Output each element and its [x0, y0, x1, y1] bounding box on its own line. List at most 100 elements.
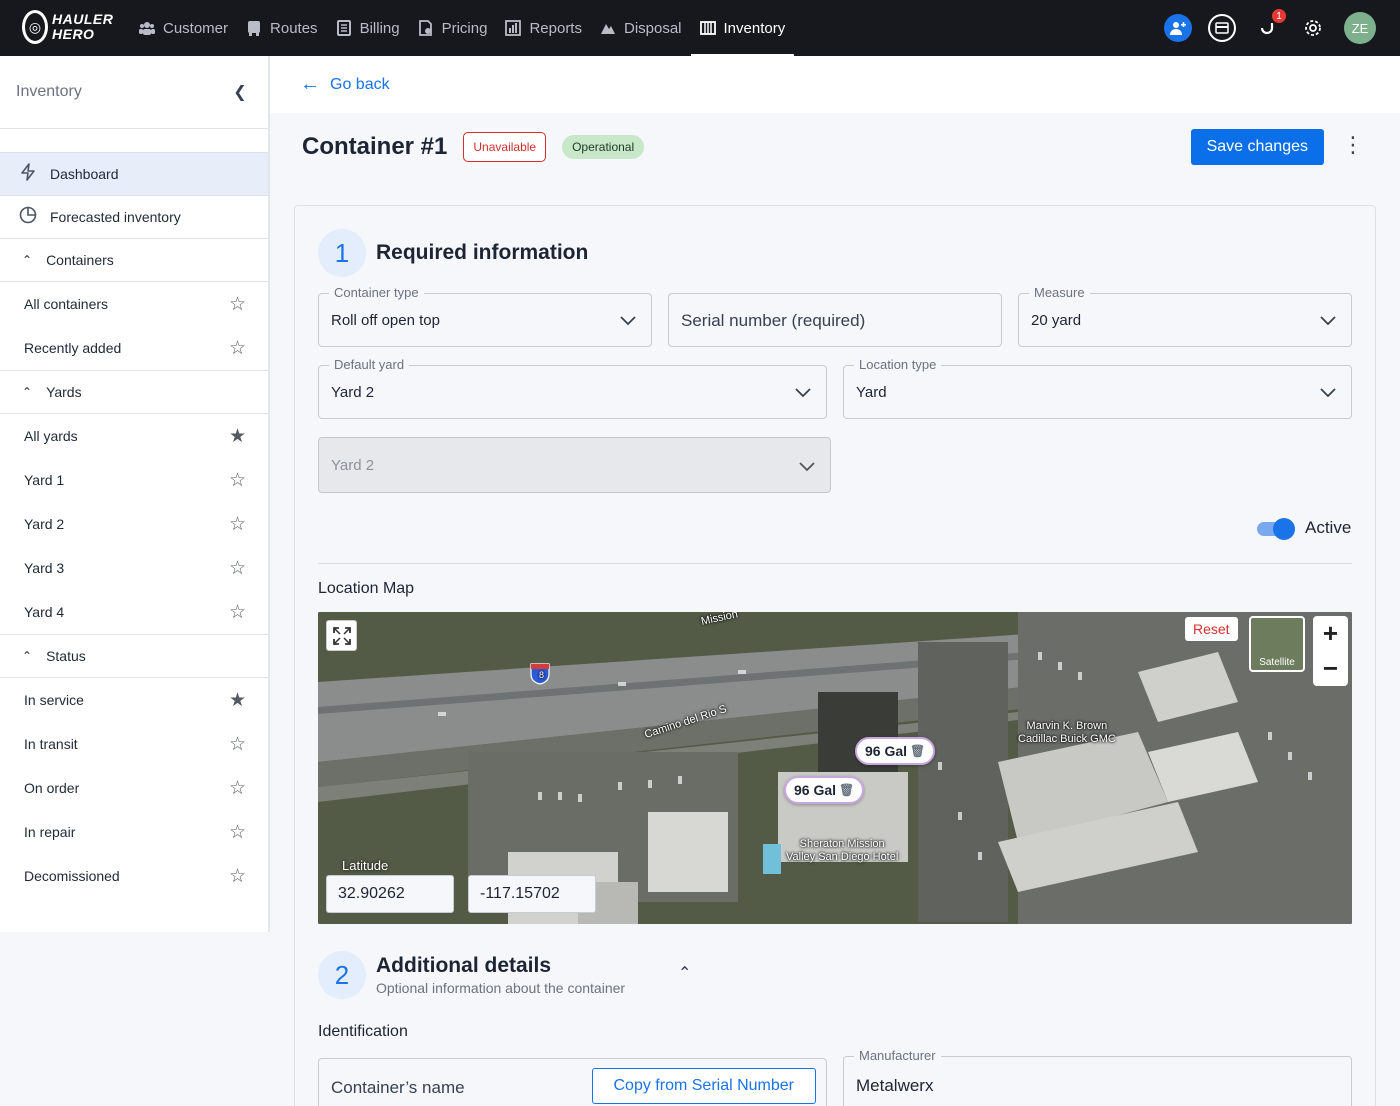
collapse-section-icon[interactable]: ⌃ — [678, 963, 691, 983]
star-outline-icon[interactable]: ☆ — [229, 513, 246, 536]
sidebar-item-yard-3[interactable]: Yard 3 ☆ — [0, 546, 268, 590]
section-title: Required information — [376, 241, 589, 264]
star-outline-icon[interactable]: ☆ — [229, 557, 246, 580]
hauler-hero-logo[interactable]: ◎ HAULER HERO — [22, 10, 113, 44]
sidebar-section-yards[interactable]: ⌃ Yards — [0, 371, 268, 414]
nav-routes-label: Routes — [270, 19, 318, 37]
star-outline-icon[interactable]: ☆ — [229, 469, 246, 492]
star-outline-icon[interactable]: ☆ — [229, 777, 246, 800]
sidebar-header: Inventory ❮ — [0, 56, 268, 129]
satellite-layer-button[interactable]: Satellite — [1249, 616, 1305, 672]
map-marker[interactable]: 96 Gal 🗑 — [784, 776, 865, 804]
page-header: Container #1 Unavailable Operational Sav… — [270, 113, 1400, 181]
settings-button[interactable] — [1298, 13, 1328, 43]
payments-button[interactable] — [1208, 14, 1236, 42]
manufacturer-input[interactable]: Manufacturer Metalwerx — [843, 1048, 1352, 1106]
map-marker[interactable]: 96 Gal 🗑 — [855, 737, 936, 765]
map-reset-button[interactable]: Reset — [1185, 617, 1238, 641]
sidebar-section-containers[interactable]: ⌃ Containers — [0, 239, 268, 282]
trash-bin-icon: 🗑 — [839, 783, 855, 797]
field-label: Manufacturer — [854, 1048, 941, 1063]
measure-select[interactable]: Measure 20 yard — [1018, 285, 1352, 347]
nav-disposal[interactable]: Disposal — [591, 0, 691, 56]
sidebar-item-yard-4[interactable]: Yard 4 ☆ — [0, 590, 268, 634]
sidebar-item-all-containers[interactable]: All containers ☆ — [0, 282, 268, 326]
chevron-down-icon — [799, 462, 815, 472]
layer-label: Satellite — [1259, 657, 1295, 668]
chevron-down-icon — [795, 388, 811, 398]
latitude-label: Latitude — [342, 858, 389, 873]
more-options-icon[interactable]: ⋮ — [1342, 134, 1364, 156]
zoom-out-button[interactable]: − — [1313, 651, 1348, 686]
nav-billing[interactable]: Billing — [327, 0, 409, 56]
top-navigation-bar: ◎ HAULER HERO Customer Routes Billing Pr… — [0, 0, 1400, 56]
sidebar-item-on-order[interactable]: On order ☆ — [0, 766, 268, 810]
star-filled-icon[interactable]: ★ — [229, 689, 246, 712]
nav-inventory[interactable]: Inventory — [690, 0, 795, 56]
nav-customer[interactable]: Customer — [130, 0, 237, 56]
chevron-down-icon — [1320, 316, 1336, 326]
field-value: 20 yard — [1031, 312, 1082, 329]
star-outline-icon[interactable]: ☆ — [229, 337, 246, 360]
user-avatar[interactable]: ZE — [1344, 12, 1376, 44]
star-outline-icon[interactable]: ☆ — [229, 601, 246, 624]
container-name-input[interactable]: Container’s name Copy from Serial Number — [318, 1058, 827, 1106]
go-back-label: Go back — [330, 75, 390, 93]
copy-from-serial-button[interactable]: Copy from Serial Number — [591, 1068, 816, 1104]
chevron-down-icon — [620, 316, 636, 326]
sidebar-item-in-service[interactable]: In service ★ — [0, 678, 268, 722]
credit-card-icon — [1215, 22, 1229, 34]
nav-reports[interactable]: Reports — [496, 0, 591, 56]
location-map-title: Location Map — [318, 580, 415, 597]
section-number: 1 — [318, 229, 366, 277]
toggle-switch[interactable] — [1257, 517, 1295, 540]
sidebar-item-label: Forecasted inventory — [50, 209, 181, 225]
active-toggle[interactable]: Active — [1257, 517, 1351, 540]
longitude-input[interactable]: -117.15702 — [468, 875, 596, 913]
serial-number-input[interactable]: Serial number (required) — [668, 293, 1002, 347]
star-outline-icon[interactable]: ☆ — [229, 733, 246, 756]
poi-label-sheraton: Sheraton Mission Valley San Diego Hotel — [786, 838, 899, 863]
star-outline-icon[interactable]: ☆ — [229, 865, 246, 888]
sidebar-section-status[interactable]: ⌃ Status — [0, 635, 268, 678]
sidebar-item-decomissioned[interactable]: Decomissioned ☆ — [0, 854, 268, 898]
fullscreen-button[interactable] — [326, 620, 357, 651]
chevron-up-icon: ⌃ — [22, 649, 33, 663]
logo-line-1: HAULER — [52, 11, 114, 27]
sidebar-item-dashboard[interactable]: Dashboard — [0, 153, 268, 196]
nav-routes[interactable]: Routes — [237, 0, 327, 56]
sidebar-item-yard-1[interactable]: Yard 1 ☆ — [0, 458, 268, 502]
default-yard-select[interactable]: Default yard Yard 2 — [318, 357, 827, 419]
collapse-sidebar-icon[interactable]: ❮ — [228, 82, 252, 102]
zoom-controls: + − — [1313, 616, 1348, 686]
notifications-button[interactable]: 1 — [1252, 9, 1286, 43]
main-nav: Customer Routes Billing Pricing Reports … — [130, 0, 794, 56]
container-type-select[interactable]: Container type Roll off open top — [318, 285, 652, 347]
nav-pricing[interactable]: Pricing — [409, 0, 497, 56]
field-label: Measure — [1029, 285, 1090, 300]
add-user-icon — [1170, 22, 1186, 35]
sidebar-item-all-yards[interactable]: All yards ★ — [0, 414, 268, 458]
logo-tire-icon: ◎ — [22, 10, 48, 44]
latitude-input[interactable]: 32.90262 — [326, 875, 454, 913]
sidebar-item-in-repair[interactable]: In repair ☆ — [0, 810, 268, 854]
save-changes-button[interactable]: Save changes — [1190, 129, 1324, 165]
go-back-link[interactable]: ← Go back — [270, 56, 1400, 113]
location-map[interactable]: Mission Camino del Rio S 8 Marvin K. Bro… — [318, 612, 1352, 924]
sidebar-item-forecasted-inventory[interactable]: Forecasted inventory — [0, 196, 268, 239]
disposal-icon — [600, 20, 616, 36]
zoom-in-button[interactable]: + — [1313, 616, 1348, 651]
sidebar-item-in-transit[interactable]: In transit ☆ — [0, 722, 268, 766]
star-filled-icon[interactable]: ★ — [229, 425, 246, 448]
sidebar-item-yard-2[interactable]: Yard 2 ☆ — [0, 502, 268, 546]
star-outline-icon[interactable]: ☆ — [229, 821, 246, 844]
location-type-select[interactable]: Location type Yard — [843, 357, 1352, 419]
sidebar-section-label: Status — [46, 648, 86, 664]
field-placeholder: Container’s name — [331, 1078, 465, 1097]
add-user-button[interactable] — [1164, 14, 1192, 42]
star-outline-icon[interactable]: ☆ — [229, 293, 246, 316]
sidebar-item-recently-added[interactable]: Recently added ☆ — [0, 326, 268, 370]
truck-icon — [246, 20, 262, 36]
field-value: Metalwerx — [856, 1076, 934, 1095]
expand-icon — [332, 626, 351, 645]
